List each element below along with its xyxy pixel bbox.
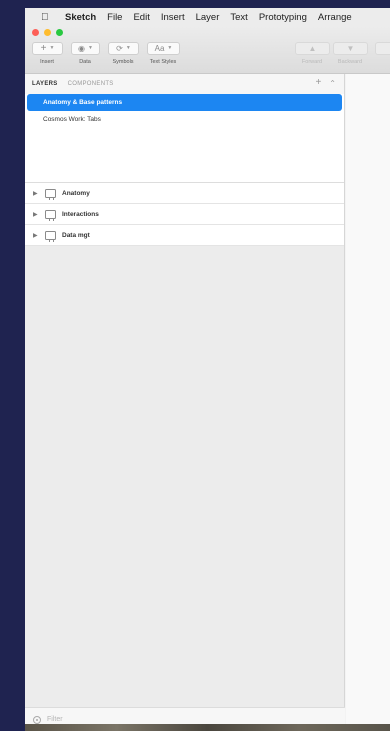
disclosure-triangle-icon[interactable]: ▶ [33,211,45,218]
minimize-window-button[interactable] [44,29,51,36]
menu-app-name[interactable]: Sketch [65,12,96,23]
text-styles-button[interactable]: Aa ▼ [147,42,180,55]
layer-row-anatomy[interactable]: ▶ Anatomy [25,183,344,204]
toolbar-overflow-button[interactable] [375,42,390,55]
backward-button[interactable]: ▼ [333,42,368,55]
data-icon: ◉ [78,43,86,53]
chevron-down-icon: ▼ [49,45,55,51]
tab-components[interactable]: COMPONENTS [68,81,114,87]
chevron-down-icon: ▼ [125,45,131,51]
menu-arrange[interactable]: Arrange [318,12,352,23]
layer-label: Interactions [62,210,99,218]
layer-row-data-mgt[interactable]: ▶ Data mgt [25,225,344,246]
symbols-button[interactable]: ⟳ ▼ [108,42,139,55]
page-item[interactable]: Anatomy & Base patterns [27,94,342,111]
send-backward-icon: ▼ [346,43,355,53]
disclosure-triangle-icon[interactable]: ▶ [33,232,45,239]
menu-file[interactable]: File [107,12,122,23]
panel-tabs: LAYERS COMPONENTS + ⌃ [25,74,344,94]
layer-row-interactions[interactable]: ▶ Interactions [25,204,344,225]
data-button[interactable]: ◉ ▼ [71,42,100,55]
layers-panel: LAYERS COMPONENTS + ⌃ Anatomy & Base pat… [25,74,345,731]
filter-icon [33,715,41,724]
tab-layers[interactable]: LAYERS [32,81,58,87]
pages-list: Anatomy & Base patterns Cosmos Work: Tab… [25,94,344,182]
close-window-button[interactable] [32,29,39,36]
zoom-window-button[interactable] [56,29,63,36]
insert-label: Insert [40,59,54,65]
desktop-wallpaper-strip [25,724,390,731]
artboard-icon [45,188,56,200]
menu-layer[interactable]: Layer [196,12,220,23]
chevron-down-icon: ▼ [167,45,173,51]
symbols-label: Symbols [112,59,134,65]
forward-button[interactable]: ▲ [295,42,330,55]
chevron-down-icon: ▼ [88,45,93,51]
add-page-icon[interactable]: + [315,77,321,88]
text-styles-label: Text Styles [149,59,177,65]
backward-label: Backward [337,59,363,65]
artboard-icon [45,230,56,242]
layer-label: Data mgt [62,231,90,239]
menu-prototyping[interactable]: Prototyping [259,12,307,23]
text-styles-icon: Aa [154,43,165,53]
canvas-area[interactable] [346,74,390,731]
page-item[interactable]: Cosmos Work: Tabs [27,111,342,128]
page-label: Anatomy & Base patterns [43,99,123,106]
menu-text[interactable]: Text [230,12,247,23]
symbols-icon: ⟳ [116,43,123,53]
toolbar: + ▼ Insert ◉ ▼ Data ⟳ ▼ Symbols Aa ▼ Tex… [25,26,390,74]
plus-icon: + [40,42,47,54]
insert-button[interactable]: + ▼ [32,42,63,55]
bring-forward-icon: ▲ [308,43,317,53]
artboard-icon [45,209,56,221]
collapse-pages-icon[interactable]: ⌃ [329,79,336,88]
menu-bar:  Sketch File Edit Insert Layer Text Pro… [25,8,390,26]
menu-insert[interactable]: Insert [161,12,185,23]
window-controls [32,29,63,36]
apple-menu-icon[interactable]:  [41,12,55,23]
filter-input[interactable]: Filter [47,716,63,723]
menu-edit[interactable]: Edit [133,12,149,23]
data-label: Data [79,59,91,65]
layer-label: Anatomy [62,189,90,197]
forward-label: Forward [301,59,323,65]
layers-list: ▶ Anatomy ▶ Interactions ▶ Data mgt [25,182,344,246]
sketch-window: + ▼ Insert ◉ ▼ Data ⟳ ▼ Symbols Aa ▼ Tex… [25,26,390,731]
disclosure-triangle-icon[interactable]: ▶ [33,190,45,197]
page-label: Cosmos Work: Tabs [43,116,101,123]
